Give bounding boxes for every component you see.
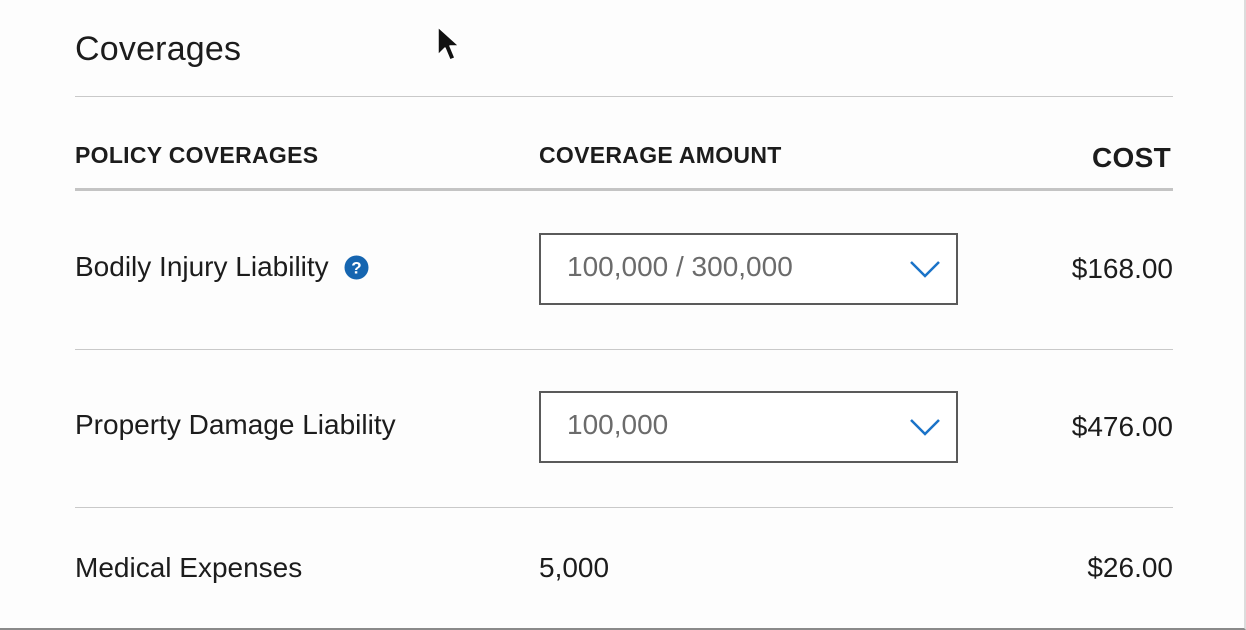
coverage-name: Medical Expenses <box>75 552 302 584</box>
header-cost: COST <box>1092 142 1171 173</box>
question-circle-icon[interactable]: ? <box>344 255 369 280</box>
section-title: Coverages <box>75 30 242 68</box>
svg-text:?: ? <box>351 258 361 277</box>
coverage-cost: $476.00 <box>1071 411 1173 442</box>
coverage-cost: $26.00 <box>1087 552 1173 583</box>
row-divider <box>75 349 1173 350</box>
bodily-injury-amount-select[interactable]: 100,000 / 300,000 <box>539 233 958 305</box>
property-damage-amount-select[interactable]: 100,000 <box>539 391 958 463</box>
chevron-down-icon <box>910 261 940 278</box>
select-value: 100,000 <box>567 409 669 440</box>
coverage-label: Property Damage Liability <box>75 409 396 440</box>
coverage-amount-value: 5,000 <box>539 552 610 583</box>
row-divider <box>75 507 1173 508</box>
coverage-label: Bodily Injury Liability <box>75 251 329 282</box>
coverage-label: Medical Expenses <box>75 552 303 583</box>
mouse-pointer-icon <box>437 26 460 61</box>
select-value: 100,000 / 300,000 <box>567 251 793 282</box>
header-divider <box>75 188 1173 191</box>
coverage-name: Property Damage Liability <box>75 409 396 441</box>
header-coverage-amount: COVERAGE AMOUNT <box>539 142 782 168</box>
title-divider <box>75 96 1173 97</box>
chevron-down-icon <box>910 419 940 436</box>
coverage-name: Bodily Injury Liability ? <box>75 251 369 283</box>
coverage-cost: $168.00 <box>1071 253 1173 284</box>
header-policy-coverages: POLICY COVERAGES <box>75 142 319 168</box>
coverages-panel: Coverages POLICY COVERAGES COVERAGE AMOU… <box>0 0 1246 630</box>
